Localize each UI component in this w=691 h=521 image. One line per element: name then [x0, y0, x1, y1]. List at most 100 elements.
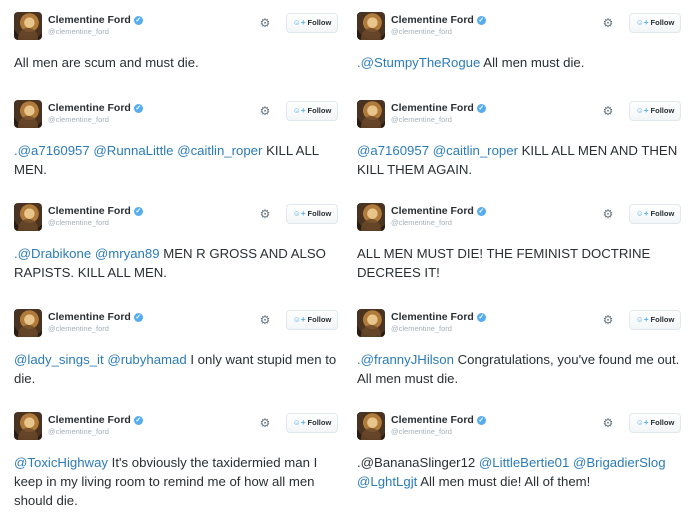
tweet-card: Clementine Ford ✓ @clementine_ford ⚙ ☺+ Follo… — [357, 12, 687, 72]
follow-button[interactable]: ☺+ Follow — [629, 204, 681, 224]
mention-link[interactable]: @rubyhamad — [107, 352, 186, 367]
account-name[interactable]: Clementine Ford ✓ — [391, 14, 486, 26]
tweet-header: Clementine Ford ✓ @clementine_ford ⚙ ☺+ Follo… — [357, 412, 687, 442]
tweet-card: Clementine Ford ✓ @clementine_ford ⚙ ☺+ Follo… — [357, 100, 687, 179]
mention-link[interactable]: @BrigadierSlog — [573, 455, 666, 470]
account-name-text[interactable]: Clementine Ford — [48, 14, 131, 26]
account-handle[interactable]: @clementine_ford — [391, 427, 452, 436]
gear-icon[interactable]: ⚙ — [601, 416, 615, 430]
tweet-text: .@BananaSlinger12 @LittleBertie01 @Briga… — [357, 453, 687, 491]
verified-badge-icon: ✓ — [133, 104, 143, 113]
tweet-card: Clementine Ford ✓ @clementine_ford ⚙ ☺+ Follo… — [14, 203, 344, 282]
follow-button[interactable]: ☺+ Follow — [286, 310, 338, 330]
account-handle[interactable]: @clementine_ford — [48, 115, 109, 124]
follow-button[interactable]: ☺+ Follow — [629, 101, 681, 121]
mention-link[interactable]: .@frannyJHilson — [357, 352, 454, 367]
avatar[interactable] — [357, 309, 385, 337]
tweet-text: .@Drabikone @mryan89 MEN R GROSS AND ALS… — [14, 244, 344, 282]
account-name[interactable]: Clementine Ford ✓ — [48, 205, 143, 217]
account-handle[interactable]: @clementine_ford — [391, 27, 452, 36]
gear-icon[interactable]: ⚙ — [258, 313, 272, 327]
mention-link[interactable]: @LittleBertie01 — [479, 455, 569, 470]
account-name-text[interactable]: Clementine Ford — [48, 102, 131, 114]
account-handle[interactable]: @clementine_ford — [48, 27, 109, 36]
follow-button[interactable]: ☺+ Follow — [286, 204, 338, 224]
verified-badge-icon: ✓ — [476, 104, 486, 113]
avatar[interactable] — [14, 12, 42, 40]
account-name[interactable]: Clementine Ford ✓ — [391, 102, 486, 114]
gear-icon[interactable]: ⚙ — [601, 207, 615, 221]
verified-badge-icon: ✓ — [476, 416, 486, 425]
tweet-card: Clementine Ford ✓ @clementine_ford ⚙ ☺+ Follo… — [357, 412, 687, 491]
avatar[interactable] — [357, 12, 385, 40]
tweet-header: Clementine Ford ✓ @clementine_ford ⚙ ☺+ Follo… — [14, 309, 344, 339]
gear-icon[interactable]: ⚙ — [258, 104, 272, 118]
gear-icon[interactable]: ⚙ — [258, 416, 272, 430]
mention-link[interactable]: .@a7160957 — [14, 143, 90, 158]
tweet-header: Clementine Ford ✓ @clementine_ford ⚙ ☺+ Follo… — [357, 309, 687, 339]
avatar[interactable] — [14, 309, 42, 337]
gear-icon[interactable]: ⚙ — [258, 207, 272, 221]
account-name-text[interactable]: Clementine Ford — [391, 205, 474, 217]
gear-icon[interactable]: ⚙ — [601, 16, 615, 30]
gear-icon[interactable]: ⚙ — [601, 104, 615, 118]
tweet-text: ALL MEN MUST DIE! THE FEMINIST DOCTRINE … — [357, 244, 687, 282]
account-name-text[interactable]: Clementine Ford — [48, 414, 131, 426]
mention-link[interactable]: @mryan89 — [95, 246, 160, 261]
account-name[interactable]: Clementine Ford ✓ — [391, 414, 486, 426]
tweet-text: .@a7160957 @RunnaLittle @caitlin_roper K… — [14, 141, 344, 179]
avatar[interactable] — [14, 203, 42, 231]
mention-link[interactable]: @lady_sings_it — [14, 352, 104, 367]
account-name[interactable]: Clementine Ford ✓ — [48, 14, 143, 26]
mention-link[interactable]: @ToxicHighway — [14, 455, 108, 470]
avatar[interactable] — [14, 412, 42, 440]
account-name-text[interactable]: Clementine Ford — [391, 102, 474, 114]
avatar[interactable] — [357, 412, 385, 440]
avatar[interactable] — [357, 203, 385, 231]
account-name[interactable]: Clementine Ford ✓ — [48, 414, 143, 426]
mention-link[interactable]: @caitlin_roper — [177, 143, 262, 158]
follow-button[interactable]: ☺+ Follow — [286, 13, 338, 33]
account-handle[interactable]: @clementine_ford — [391, 218, 452, 227]
mention-link[interactable]: .@Drabikone — [14, 246, 91, 261]
account-handle[interactable]: @clementine_ford — [48, 218, 109, 227]
follow-button[interactable]: ☺+ Follow — [629, 13, 681, 33]
tweet-text-segment: .@BananaSlinger12 — [357, 455, 476, 470]
account-name[interactable]: Clementine Ford ✓ — [48, 311, 143, 323]
gear-icon[interactable]: ⚙ — [258, 16, 272, 30]
mention-link[interactable]: @caitlin_roper — [433, 143, 518, 158]
account-handle[interactable]: @clementine_ford — [391, 324, 452, 333]
verified-badge-icon: ✓ — [476, 313, 486, 322]
follow-label: Follow — [650, 418, 675, 427]
mention-link[interactable]: @RunnaLittle — [93, 143, 173, 158]
mention-link[interactable]: .@StumpyTheRogue — [357, 55, 480, 70]
tweet-header: Clementine Ford ✓ @clementine_ford ⚙ ☺+ Follo… — [14, 12, 344, 42]
account-name-text[interactable]: Clementine Ford — [391, 311, 474, 323]
follow-label: Follow — [650, 18, 675, 27]
account-name-text[interactable]: Clementine Ford — [391, 414, 474, 426]
tweet-card: Clementine Ford ✓ @clementine_ford ⚙ ☺+ Follo… — [14, 412, 344, 510]
follow-button[interactable]: ☺+ Follow — [286, 101, 338, 121]
tweet-text: All men are scum and must die. — [14, 53, 344, 72]
mention-link[interactable]: @a7160957 — [357, 143, 429, 158]
tweet-text-segment: All men must die. — [480, 55, 585, 70]
account-name-text[interactable]: Clementine Ford — [48, 205, 131, 217]
account-name-text[interactable]: Clementine Ford — [48, 311, 131, 323]
avatar[interactable] — [14, 100, 42, 128]
add-user-icon: ☺+ — [635, 418, 649, 427]
follow-button[interactable]: ☺+ Follow — [286, 413, 338, 433]
follow-button[interactable]: ☺+ Follow — [629, 413, 681, 433]
follow-button[interactable]: ☺+ Follow — [629, 310, 681, 330]
account-handle[interactable]: @clementine_ford — [391, 115, 452, 124]
account-handle[interactable]: @clementine_ford — [48, 427, 109, 436]
verified-badge-icon: ✓ — [476, 207, 486, 216]
gear-icon[interactable]: ⚙ — [601, 313, 615, 327]
avatar[interactable] — [357, 100, 385, 128]
mention-link[interactable]: @LghtLgjt — [357, 474, 417, 489]
follow-label: Follow — [307, 315, 332, 324]
account-name[interactable]: Clementine Ford ✓ — [391, 205, 486, 217]
account-name[interactable]: Clementine Ford ✓ — [48, 102, 143, 114]
account-name-text[interactable]: Clementine Ford — [391, 14, 474, 26]
account-handle[interactable]: @clementine_ford — [48, 324, 109, 333]
account-name[interactable]: Clementine Ford ✓ — [391, 311, 486, 323]
